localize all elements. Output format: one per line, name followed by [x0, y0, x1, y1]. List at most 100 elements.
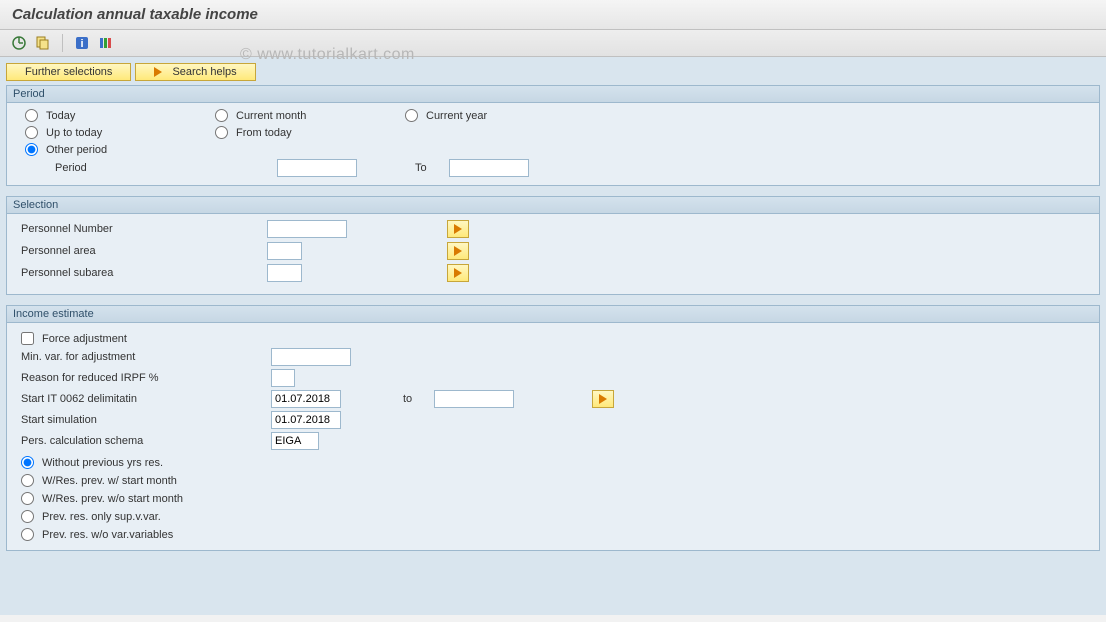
selection-row-2: Personnel subarea — [19, 264, 1081, 282]
further-selections-button[interactable]: Further selections — [6, 63, 131, 81]
selection-row-1: Personnel area — [19, 242, 1081, 260]
selection-buttons-row: Further selections Search helps — [6, 63, 1100, 81]
radio-prev-sup-label: Prev. res. only sup.v.var. — [42, 511, 161, 523]
radio-other-period[interactable]: Other period — [25, 143, 215, 156]
multiple-selection-button-it[interactable] — [592, 390, 614, 408]
radio-up-to-today-label: Up to today — [46, 127, 102, 139]
period-group-body: Today Current month Current year Up to t… — [7, 103, 1099, 185]
variant-icon[interactable] — [34, 34, 52, 52]
min-var-input[interactable] — [271, 348, 351, 366]
min-var-row: Min. var. for adjustment — [19, 348, 1081, 366]
arrow-right-icon — [454, 224, 462, 234]
radio-other-period-label: Other period — [46, 144, 107, 156]
further-selections-label: Further selections — [25, 66, 112, 78]
multiple-selection-button-0[interactable] — [447, 220, 469, 238]
period-from-input[interactable] — [277, 159, 357, 177]
start-it-input[interactable] — [271, 390, 341, 408]
radio-from-today-label: From today — [236, 127, 292, 139]
radio-without-prev-label: Without previous yrs res. — [42, 457, 163, 469]
schema-input[interactable] — [271, 432, 319, 450]
radio-wres-wo-start[interactable]: W/Res. prev. w/o start month — [21, 492, 1081, 505]
execute-icon[interactable] — [10, 34, 28, 52]
selection-row-0: Personnel Number — [19, 220, 1081, 238]
income-group: Income estimate Force adjustment Min. va… — [6, 305, 1100, 551]
radio-wres-with-start[interactable]: W/Res. prev. w/ start month — [21, 474, 1081, 487]
radio-up-to-today[interactable]: Up to today — [25, 126, 215, 139]
toolbar-separator — [62, 34, 63, 52]
force-adjustment-label: Force adjustment — [42, 333, 127, 345]
radio-current-year-input[interactable] — [405, 109, 418, 122]
radio-wres-with-start-label: W/Res. prev. w/ start month — [42, 475, 177, 487]
period-label: Period — [25, 162, 277, 174]
selection-group-body: Personnel Number Personnel area Personne… — [7, 214, 1099, 294]
selection-label-0: Personnel Number — [19, 223, 267, 235]
arrow-right-icon — [154, 67, 162, 77]
multiple-selection-button-2[interactable] — [447, 264, 469, 282]
radio-today-label: Today — [46, 110, 75, 122]
start-it-to-input[interactable] — [434, 390, 514, 408]
force-adjustment-input[interactable] — [21, 332, 34, 345]
reason-label: Reason for reduced IRPF % — [19, 372, 271, 384]
info-icon[interactable]: i — [73, 34, 91, 52]
search-helps-label: Search helps — [172, 66, 236, 78]
income-group-title: Income estimate — [7, 306, 1099, 323]
personnel-number-input[interactable] — [267, 220, 347, 238]
selection-label-2: Personnel subarea — [19, 267, 267, 279]
period-to-input[interactable] — [449, 159, 529, 177]
schema-row: Pers. calculation schema — [19, 432, 1081, 450]
selection-group: Selection Personnel Number Personnel are… — [6, 196, 1100, 295]
schema-label: Pers. calculation schema — [19, 435, 271, 447]
radio-up-to-today-input[interactable] — [25, 126, 38, 139]
start-it-to-label: to — [403, 393, 412, 405]
personnel-subarea-input[interactable] — [267, 264, 302, 282]
force-adjustment-check[interactable]: Force adjustment — [19, 332, 127, 345]
radio-wres-with-start-input[interactable] — [21, 474, 34, 487]
start-it-row: Start IT 0062 delimitatin to — [19, 390, 1081, 408]
radio-wres-wo-start-label: W/Res. prev. w/o start month — [42, 493, 183, 505]
force-adjustment-row: Force adjustment — [19, 332, 1081, 345]
period-group-title: Period — [7, 86, 1099, 103]
period-to-label: To — [415, 162, 427, 174]
radio-prev-sup-input[interactable] — [21, 510, 34, 523]
reason-input[interactable] — [271, 369, 295, 387]
start-sim-input[interactable] — [271, 411, 341, 429]
start-it-label: Start IT 0062 delimitatin — [19, 393, 271, 405]
reason-row: Reason for reduced IRPF % — [19, 369, 1081, 387]
radio-today[interactable]: Today — [25, 109, 215, 122]
radio-other-period-input[interactable] — [25, 143, 38, 156]
arrow-right-icon — [599, 394, 607, 404]
radio-current-month-label: Current month — [236, 110, 306, 122]
start-sim-label: Start simulation — [19, 414, 271, 426]
selection-group-title: Selection — [7, 197, 1099, 214]
arrow-right-icon — [454, 246, 462, 256]
min-var-label: Min. var. for adjustment — [19, 351, 271, 363]
radio-prev-wo-var-input[interactable] — [21, 528, 34, 541]
title-bar: Calculation annual taxable income — [0, 0, 1106, 30]
radio-current-month[interactable]: Current month — [215, 109, 405, 122]
arrow-right-icon — [454, 268, 462, 278]
radio-current-year[interactable]: Current year — [405, 109, 1081, 122]
multiple-selection-button-1[interactable] — [447, 242, 469, 260]
radio-today-input[interactable] — [25, 109, 38, 122]
radio-wres-wo-start-input[interactable] — [21, 492, 34, 505]
content: Further selections Search helps Period T… — [0, 57, 1106, 615]
page-title: Calculation annual taxable income — [12, 6, 258, 23]
layout-icon[interactable] — [97, 34, 115, 52]
radio-from-today[interactable]: From today — [215, 126, 405, 139]
radio-prev-sup[interactable]: Prev. res. only sup.v.var. — [21, 510, 1081, 523]
svg-text:i: i — [80, 38, 83, 50]
start-sim-row: Start simulation — [19, 411, 1081, 429]
personnel-area-input[interactable] — [267, 242, 302, 260]
radio-without-prev[interactable]: Without previous yrs res. — [21, 456, 1081, 469]
radio-current-year-label: Current year — [426, 110, 487, 122]
radio-current-month-input[interactable] — [215, 109, 228, 122]
period-date-row: Period To — [25, 159, 1081, 177]
app-toolbar: i — [0, 30, 1106, 57]
search-helps-button[interactable]: Search helps — [135, 63, 255, 81]
selection-label-1: Personnel area — [19, 245, 267, 257]
radio-from-today-input[interactable] — [215, 126, 228, 139]
radio-prev-wo-var-label: Prev. res. w/o var.variables — [42, 529, 173, 541]
income-group-body: Force adjustment Min. var. for adjustmen… — [7, 323, 1099, 550]
radio-prev-wo-var[interactable]: Prev. res. w/o var.variables — [21, 528, 1081, 541]
radio-without-prev-input[interactable] — [21, 456, 34, 469]
